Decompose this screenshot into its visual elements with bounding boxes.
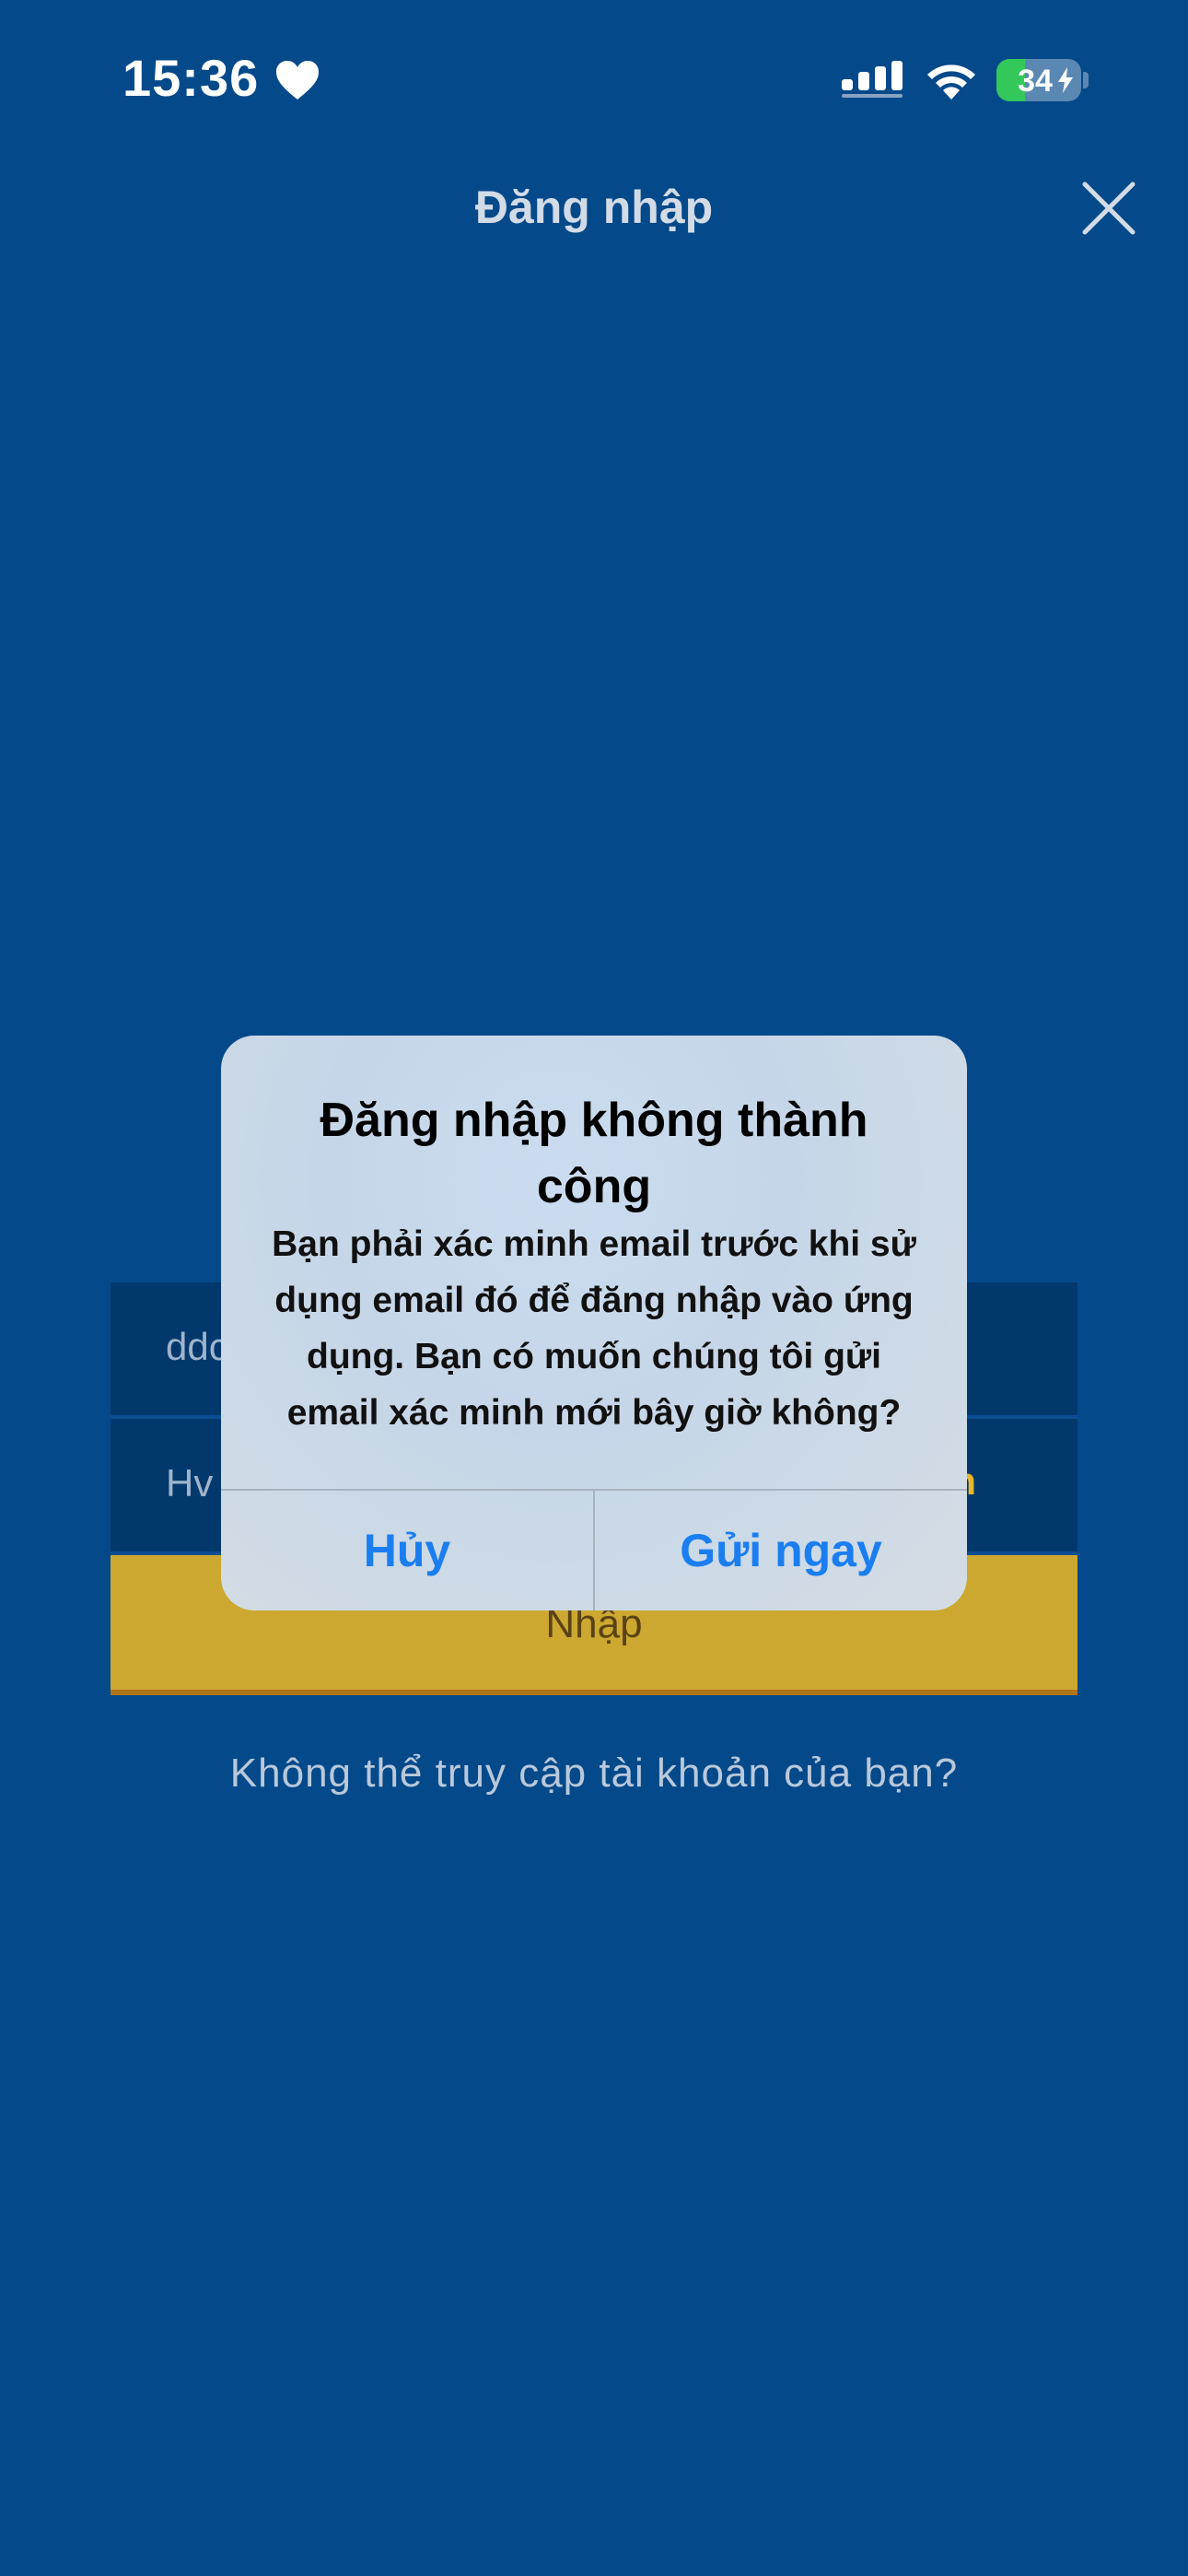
send-now-button[interactable]: Gửi ngay: [595, 1491, 967, 1610]
cancel-button[interactable]: Hủy: [221, 1491, 593, 1610]
alert-message: Bạn phải xác minh email trước khi sử dụn…: [272, 1224, 916, 1433]
alert-title: Đăng nhập không thành công: [320, 1094, 868, 1213]
login-failed-alert: Đăng nhập không thành công Bạn phải xác …: [221, 1036, 967, 1610]
